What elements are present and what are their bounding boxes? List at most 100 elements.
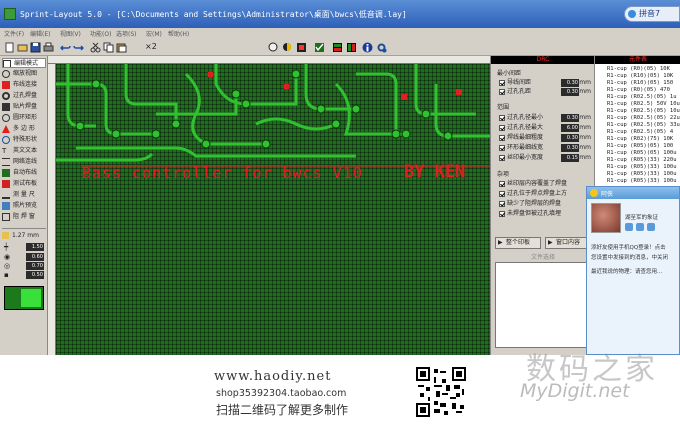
check-window-button[interactable]: 窗口内容 — [545, 237, 591, 249]
checkbox[interactable] — [499, 135, 505, 141]
menu-macro[interactable]: 宏(M) — [146, 29, 162, 38]
misc-row[interactable]: 未焊盘但被过孔填埋 — [499, 210, 591, 218]
tool-polygon[interactable]: 多 边 形 — [2, 124, 46, 134]
delete-icon[interactable] — [346, 42, 357, 53]
menu-functions[interactable]: 功能(O) — [90, 29, 111, 38]
spacing-row[interactable]: 导线间距 0.30 mm — [499, 79, 591, 87]
menu-view[interactable]: 视图(V) — [60, 29, 81, 38]
grid-icon[interactable] — [332, 42, 343, 53]
component-item[interactable]: R1-cup (R02.5)(05) 22u — [607, 115, 680, 122]
tool-special-shape[interactable]: 特殊形状 — [2, 135, 46, 145]
zoom-icon[interactable] — [268, 42, 279, 53]
component-item[interactable]: R1-cup (R10)(05) 10K — [607, 73, 680, 80]
print-icon[interactable] — [43, 42, 54, 53]
checkbox[interactable] — [499, 89, 505, 95]
pcb-canvas[interactable]: Bass controller for bwcs V10 BY KEN — [56, 64, 490, 355]
open-icon[interactable] — [17, 42, 28, 53]
menu-help[interactable]: 帮助(H) — [168, 29, 189, 38]
component-item[interactable]: R1-cup (R05)(05) 100u — [607, 150, 680, 157]
checkbox[interactable] — [499, 115, 505, 121]
range-row[interactable]: 丝印最小宽度 0.15 mm — [499, 154, 591, 162]
range-row[interactable]: 焊线最细粗度 0.30 mm — [499, 134, 591, 142]
checkbox[interactable] — [499, 201, 505, 207]
tool-test[interactable]: 测试布板 — [2, 179, 46, 189]
tool-text[interactable]: T 英文文本 — [2, 146, 46, 156]
layer-icon[interactable] — [296, 42, 307, 53]
range-row[interactable]: 过孔孔径最大 6.00 mm — [499, 124, 591, 132]
new-icon[interactable] — [4, 42, 15, 53]
range-row[interactable]: 环形最细线宽 0.30 mm — [499, 144, 591, 152]
checkbox[interactable] — [499, 181, 505, 187]
wallet-icon[interactable] — [647, 223, 655, 231]
tool-solder-mask[interactable]: 阻 焊 窗 — [2, 212, 46, 222]
horizontal-ruler — [48, 56, 490, 64]
zoom-factor[interactable]: ×2 — [145, 42, 157, 51]
drc-icon[interactable] — [314, 42, 325, 53]
tool-edit-mode[interactable]: 编辑模式 — [2, 58, 46, 68]
tool-track[interactable]: 布线连接 — [2, 80, 46, 90]
component-item[interactable]: R1-cup (R05)(33) 100u — [607, 178, 680, 185]
menu-edit[interactable]: 编辑(E) — [30, 29, 50, 38]
smd-width-param[interactable]: ▪ 0.50 — [2, 271, 46, 279]
component-item[interactable]: R1-cup (R0)(05) 470 — [607, 87, 680, 94]
notes-area[interactable] — [495, 262, 591, 348]
layer-color-swatch[interactable] — [4, 286, 44, 310]
undo-icon[interactable] — [60, 42, 71, 53]
checkbox[interactable] — [499, 80, 505, 86]
grid-setting[interactable]: 1.27 mm — [2, 232, 46, 240]
checkbox[interactable] — [499, 145, 505, 151]
check-board-button[interactable]: 整个印板 — [495, 237, 541, 249]
tool-smd-pad[interactable]: 贴片焊盘 — [2, 102, 46, 112]
component-item[interactable]: R1-cup (R05)(33) 100u — [607, 171, 680, 178]
component-item[interactable]: R1-cup (R02.5)(05) 4 — [607, 129, 680, 136]
qq-message[interactable]: 添好友使用手机QQ登录！点击 — [591, 243, 679, 251]
qq-message[interactable]: 最近我说的物理：请查您用... — [591, 267, 679, 275]
pad-outer-param[interactable]: ◉ 0.60 — [2, 253, 46, 261]
component-item[interactable]: R1-cup (R02.5)(05) 10u — [607, 108, 680, 115]
component-list[interactable]: 元件表 R1-cup (R0)(05) 10K R1-cup (R10)(05) … — [594, 56, 680, 190]
copy-icon[interactable] — [103, 42, 114, 53]
component-item[interactable]: R1-cup (R05)(33) 220u — [607, 157, 680, 164]
component-item[interactable]: R1-cup (R05)(33) 100u — [607, 164, 680, 171]
tool-photo-preview[interactable]: 照片预览 — [2, 201, 46, 211]
menu-file[interactable]: 文件(F) — [4, 29, 24, 38]
component-item[interactable]: R1-cup (R10)(05) 150 — [607, 80, 680, 87]
qq-popup[interactable]: 阿侠 湖至军的象证 添好友使用手机QQ登录！点击 您设置中发接到的消息，中关闭 … — [586, 186, 680, 355]
settings-icon[interactable] — [376, 42, 387, 53]
tool-measure[interactable]: 测 量 尺 — [2, 190, 46, 200]
ime-indicator[interactable]: 拼音7 — [624, 6, 680, 22]
tool-zoom[interactable]: 缩放视图 — [2, 69, 46, 79]
checkbox[interactable] — [499, 191, 505, 197]
misc-row[interactable]: 过孔位于焊点焊盘上方 — [499, 190, 591, 198]
range-row[interactable]: 过孔孔径最小 0.30 mm — [499, 114, 591, 122]
paste-icon[interactable] — [116, 42, 127, 53]
save-icon[interactable] — [30, 42, 41, 53]
component-item[interactable]: R1-cup (R02.5)(05) 33u — [607, 122, 680, 129]
avatar[interactable] — [591, 203, 621, 233]
tool-via-pad[interactable]: 过孔焊盘 — [2, 91, 46, 101]
spacing-row[interactable]: 过孔孔距 0.30 mm — [499, 88, 591, 96]
zone-icon[interactable] — [636, 223, 644, 231]
mail-icon[interactable] — [625, 223, 633, 231]
component-item[interactable]: R1-cup (R02.5)(05) 1u — [607, 94, 680, 101]
pad-inner-param[interactable]: ◎ 0.70 — [2, 262, 46, 270]
search-icon[interactable] — [282, 42, 293, 53]
tool-circle-rect[interactable]: 圆环矩形 — [2, 113, 46, 123]
component-item[interactable]: R1-cup (R02)(75) 10K — [607, 136, 680, 143]
tool-autoroute[interactable]: 自动布线 — [2, 168, 46, 178]
qq-message[interactable]: 您设置中发接到的消息，中关闭 — [591, 253, 679, 261]
component-item[interactable]: R1-cup (R0)(05) 10K — [607, 66, 680, 73]
menu-options[interactable]: 选项(S) — [116, 29, 137, 38]
component-item[interactable]: R1-cup (R02.5) 50V 10u — [607, 101, 680, 108]
tool-net-connect[interactable]: 网络连线 — [2, 157, 46, 167]
info-icon[interactable] — [362, 42, 373, 53]
track-width-param[interactable]: ┿ 1.50 — [2, 243, 46, 251]
misc-row[interactable]: 缺少了阻焊层的焊盘 — [499, 200, 591, 208]
checkbox[interactable] — [499, 155, 505, 161]
cut-icon[interactable] — [90, 42, 101, 53]
misc-row[interactable]: 丝印层内容覆盖了焊盘 — [499, 180, 591, 188]
redo-icon[interactable] — [73, 42, 84, 53]
checkbox[interactable] — [499, 125, 505, 131]
checkbox[interactable] — [499, 211, 505, 217]
component-item[interactable]: R1-cup (R05)(05) 100 — [607, 143, 680, 150]
